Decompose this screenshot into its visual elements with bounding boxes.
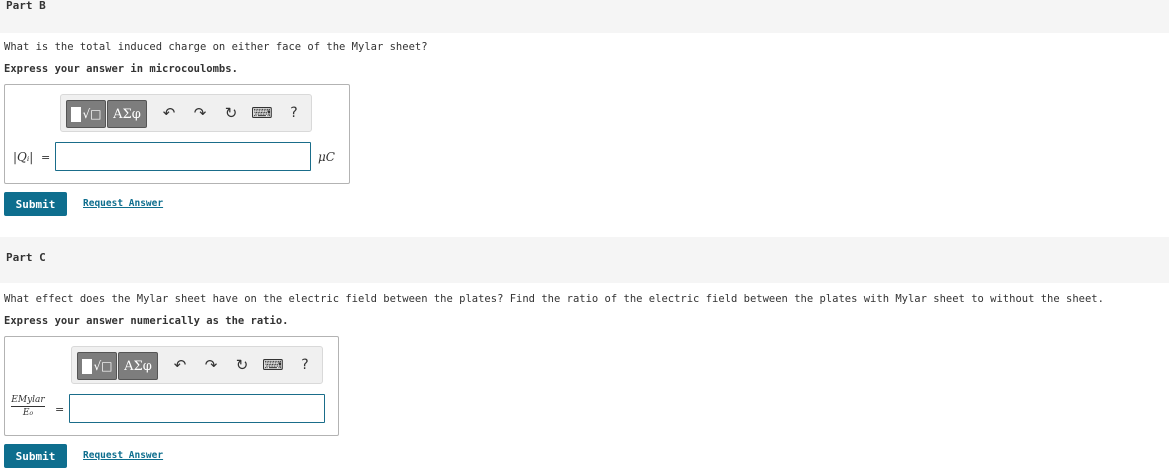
reset-icon[interactable]: ↻ xyxy=(221,103,241,123)
part-c-instruction: Express your answer numerically as the r… xyxy=(4,315,289,327)
undo-icon[interactable]: ↶ xyxy=(170,355,190,375)
greek-symbols-button[interactable]: ΑΣφ xyxy=(118,352,158,380)
part-c-title: Part C xyxy=(6,251,46,264)
part-b-variable-label: |Qᵢ| xyxy=(13,150,34,164)
part-c-question: What effect does the Mylar sheet have on… xyxy=(4,293,1104,305)
templates-button[interactable]: √□ xyxy=(66,100,106,128)
greek-symbols-button[interactable]: ΑΣφ xyxy=(107,100,147,128)
templates-icon: √□ xyxy=(81,358,112,374)
undo-icon[interactable]: ↶ xyxy=(159,103,179,123)
part-b-answer-input[interactable] xyxy=(55,142,311,171)
fraction-numerator: EMylar xyxy=(11,395,45,407)
part-b-request-answer-link[interactable]: Request Answer xyxy=(83,198,163,209)
part-b-title: Part B xyxy=(6,0,46,12)
part-b-answer-box: √□ ΑΣφ ↶ ↷ ↻ ⌨ ? |Qᵢ| = μC xyxy=(4,84,350,184)
part-c-request-answer-link[interactable]: Request Answer xyxy=(83,450,163,461)
part-c-math-toolbar: √□ ΑΣφ ↶ ↷ ↻ ⌨ ? xyxy=(71,346,323,384)
redo-icon[interactable]: ↷ xyxy=(201,355,221,375)
part-c-ratio-fraction: EMylar E₀ xyxy=(11,395,45,418)
reset-icon[interactable]: ↻ xyxy=(232,355,252,375)
fraction-denominator: E₀ xyxy=(22,408,34,418)
part-b-unit: μC xyxy=(318,150,335,164)
templates-button[interactable]: √□ xyxy=(77,352,117,380)
help-icon[interactable]: ? xyxy=(284,103,304,123)
part-c-equals: = xyxy=(55,403,65,416)
part-b-header xyxy=(0,0,1169,33)
part-c-submit-button[interactable]: Submit xyxy=(4,444,67,468)
templates-icon: √□ xyxy=(70,106,101,122)
part-b-question: What is the total induced charge on eith… xyxy=(4,41,428,53)
redo-icon[interactable]: ↷ xyxy=(190,103,210,123)
part-c-answer-input[interactable] xyxy=(69,394,325,423)
help-icon[interactable]: ? xyxy=(295,355,315,375)
keyboard-icon[interactable]: ⌨ xyxy=(251,103,273,123)
part-c-header xyxy=(0,237,1169,283)
part-b-submit-button[interactable]: Submit xyxy=(4,192,67,216)
keyboard-icon[interactable]: ⌨ xyxy=(262,355,284,375)
part-b-math-toolbar: √□ ΑΣφ ↶ ↷ ↻ ⌨ ? xyxy=(60,94,312,132)
part-b-instruction: Express your answer in microcoulombs. xyxy=(4,63,238,75)
part-c-answer-box: √□ ΑΣφ ↶ ↷ ↻ ⌨ ? EMylar E₀ = xyxy=(4,336,339,436)
part-b-equals: = xyxy=(41,151,51,164)
